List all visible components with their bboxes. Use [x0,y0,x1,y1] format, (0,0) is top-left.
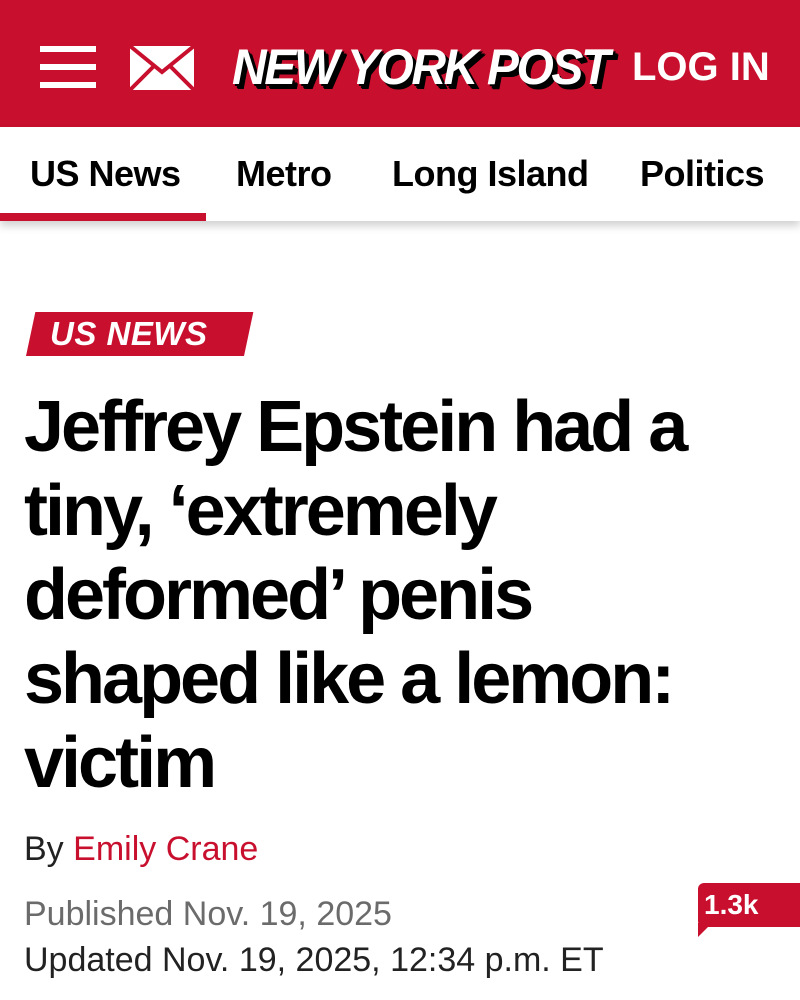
nav-item-politics[interactable]: Politics [640,149,765,199]
article-headline: Jeffrey Epstein had a tiny, ‘extremely d… [24,387,688,803]
nav-item-metro[interactable]: Metro [236,149,332,199]
site-header: NEW YORK POST LOG IN [0,0,800,127]
menu-bar [40,46,96,52]
section-nav: US News Metro Long Island Politics [0,127,800,221]
author-link[interactable]: Emily Crane [73,830,258,868]
active-nav-indicator [0,213,206,221]
menu-bar [40,82,96,88]
comment-count: 1.3k [704,889,759,920]
menu-bar [40,64,96,70]
nav-item-long-island[interactable]: Long Island [392,149,589,199]
byline: By Emily Crane [24,826,258,872]
comment-bubble-icon[interactable]: 1.3k [698,883,800,937]
updated-date: Updated Nov. 19, 2025, 12:34 p.m. ET [24,941,604,979]
nav-item-us-news[interactable]: US News [30,149,181,199]
envelope-icon[interactable] [128,44,196,92]
byline-prefix: By [24,830,64,868]
hamburger-menu-icon[interactable] [40,46,96,88]
login-button[interactable]: LOG IN [632,44,770,90]
section-tag[interactable]: US NEWS [50,312,208,356]
site-logo[interactable]: NEW YORK POST [232,30,610,104]
published-date: Published Nov. 19, 2025 [24,895,392,933]
